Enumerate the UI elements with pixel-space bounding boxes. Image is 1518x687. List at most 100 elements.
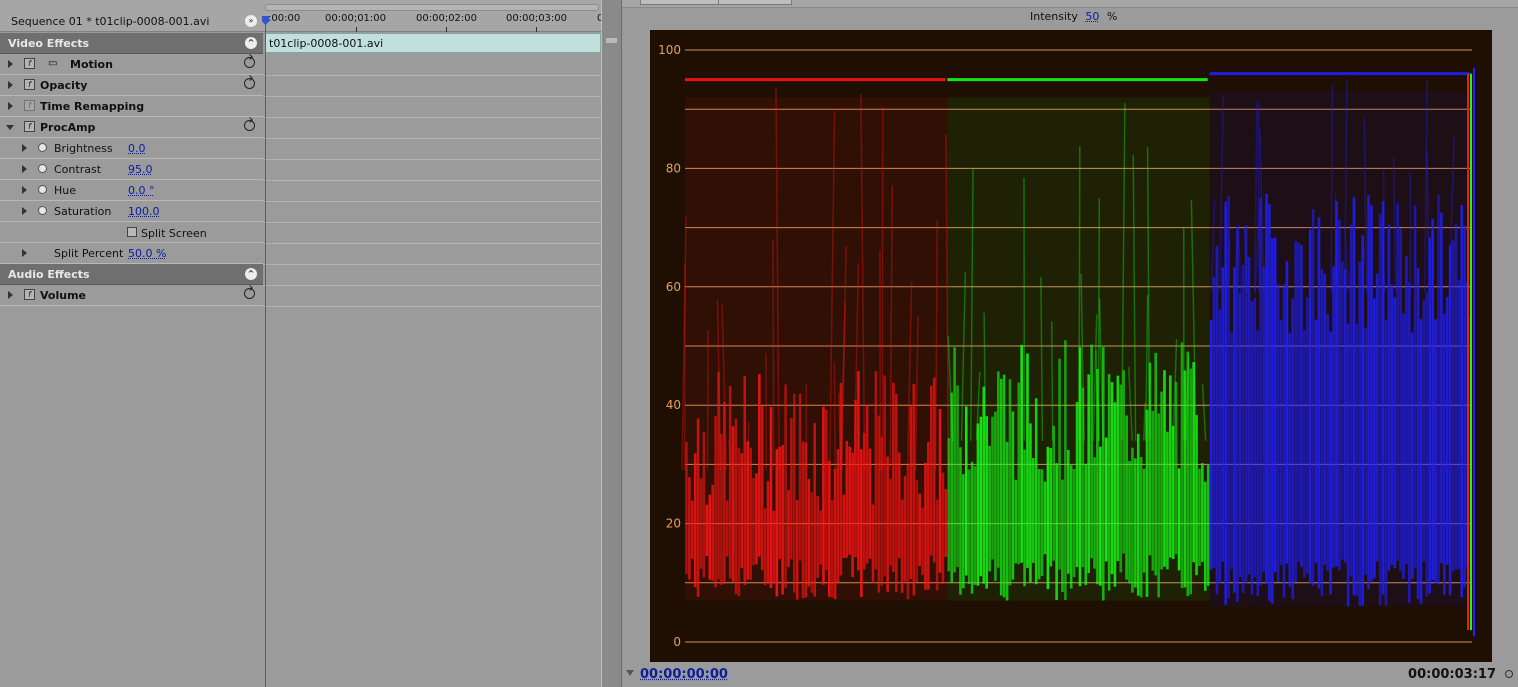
ruler-tick-label: 00:00;03:00 <box>506 13 568 24</box>
show-timeline-icon[interactable]: » <box>245 15 257 27</box>
panel-grip-icon[interactable] <box>606 38 617 43</box>
stopwatch-icon[interactable] <box>38 164 47 173</box>
fx-toggle-icon[interactable]: f <box>24 289 35 300</box>
track-divider <box>263 117 601 118</box>
y-tick-label: 80 <box>666 161 681 175</box>
collapse-audio-effects-icon[interactable]: ^ <box>245 268 257 280</box>
ruler-tick-label: 00:00;01:00 <box>325 13 387 24</box>
effect-row-motion[interactable]: f ▭ Motion <box>0 54 263 75</box>
param-row-split-percent: Split Percent 50.0 % <box>0 243 263 264</box>
track-divider <box>263 243 601 244</box>
current-timecode[interactable]: 00:00:00:00 <box>640 667 728 682</box>
intensity-value[interactable]: 50 <box>1085 10 1099 23</box>
ruler-tick <box>536 27 537 32</box>
channel-strand <box>772 239 775 471</box>
saturation-value[interactable]: 100.0 <box>128 205 160 218</box>
param-row-hue: Hue 0.0 ° <box>0 180 263 201</box>
fx-toggle-icon[interactable]: f <box>24 121 35 132</box>
channel-strand <box>881 106 884 471</box>
fx-toggle-icon: f <box>24 100 35 111</box>
channel-strand <box>706 330 709 471</box>
intensity-unit: % <box>1106 10 1118 23</box>
clip-bar[interactable]: t01clip-0008-001.avi <box>265 33 601 53</box>
settings-icon[interactable] <box>1505 670 1513 678</box>
monitor-tab[interactable] <box>718 0 792 5</box>
track-divider <box>263 264 601 265</box>
brightness-value[interactable]: 0.0 <box>128 142 146 155</box>
track-divider <box>263 96 601 97</box>
collapse-triangle-icon[interactable] <box>6 125 14 130</box>
track-divider <box>263 306 601 307</box>
expand-triangle-icon[interactable] <box>22 186 27 194</box>
expand-triangle-icon[interactable] <box>22 249 27 257</box>
effect-timeline[interactable]: :00:00 00:00;01:00 00:00;02:00 00:00;03:… <box>262 0 603 687</box>
y-tick-label: 40 <box>666 398 681 412</box>
motion-transform-icon[interactable]: ▭ <box>48 58 57 69</box>
rgb-parade-chart: 0 20 40 60 80 100 <box>658 43 1475 649</box>
intensity-label: Intensity <box>1030 10 1078 23</box>
monitor-tab[interactable] <box>640 0 720 5</box>
hue-value[interactable]: 0.0 ° <box>128 184 155 197</box>
fx-toggle-icon[interactable]: f <box>24 58 35 69</box>
expand-triangle-icon[interactable] <box>22 144 27 152</box>
channel-strand <box>1050 321 1054 441</box>
reference-monitor: Intensity 50 % 0 20 40 60 80 100 00:00:00:00 … <box>622 0 1518 687</box>
y-tick-label: 20 <box>666 517 681 531</box>
stopwatch-icon[interactable] <box>38 143 47 152</box>
expand-triangle-icon[interactable] <box>22 165 27 173</box>
split-screen-checkbox[interactable] <box>127 227 137 237</box>
effect-properties: Sequence 01 * t01clip-0008-001.avi » Vid… <box>0 0 263 687</box>
y-tick-label: 0 <box>673 635 681 649</box>
param-row-saturation: Saturation 100.0 <box>0 201 263 222</box>
marker-icon[interactable] <box>626 670 634 676</box>
video-effects-header[interactable]: Video Effects ^ <box>0 33 263 54</box>
track-divider <box>263 180 601 181</box>
stopwatch-icon[interactable] <box>38 206 47 215</box>
intensity-control: Intensity 50 % <box>1030 10 1117 23</box>
track-divider <box>263 222 601 223</box>
stopwatch-icon[interactable] <box>38 185 47 194</box>
effect-row-time-remapping[interactable]: f Time Remapping <box>0 96 263 117</box>
reset-icon[interactable] <box>244 288 255 299</box>
timeline-zoom-scrollbar[interactable] <box>265 4 599 11</box>
sequence-header: Sequence 01 * t01clip-0008-001.avi » <box>0 0 263 32</box>
contrast-value[interactable]: 95.0 <box>128 163 153 176</box>
effect-row-volume[interactable]: f Volume <box>0 285 263 306</box>
collapse-video-effects-icon[interactable]: ^ <box>245 37 257 49</box>
expand-triangle-icon[interactable] <box>8 102 13 110</box>
effect-row-opacity[interactable]: f Opacity <box>0 75 263 96</box>
time-ruler[interactable]: :00:00 00:00;01:00 00:00;02:00 00:00;03:… <box>263 0 603 32</box>
y-tick-label: 100 <box>658 43 681 57</box>
panel-divider[interactable] <box>601 0 622 687</box>
y-tick-label: 60 <box>666 280 681 294</box>
ruler-tick <box>356 27 357 32</box>
track-divider <box>263 138 601 139</box>
channel-strand <box>1078 146 1081 441</box>
track-divider <box>263 285 601 286</box>
reset-icon[interactable] <box>244 120 255 131</box>
ruler-tick-label: 00:00;02:00 <box>416 13 478 24</box>
reset-icon[interactable] <box>244 78 255 89</box>
track-divider <box>263 159 601 160</box>
channel-strand <box>833 362 836 471</box>
reset-icon[interactable] <box>244 57 255 68</box>
duration-timecode: 00:00:03:17 <box>1408 667 1496 682</box>
param-row-brightness: Brightness 0.0 <box>0 138 263 159</box>
expand-triangle-icon[interactable] <box>8 60 13 68</box>
monitor-toolbar <box>622 0 1518 8</box>
playhead[interactable] <box>265 18 266 687</box>
expand-triangle-icon[interactable] <box>22 207 27 215</box>
param-row-contrast: Contrast 95.0 <box>0 159 263 180</box>
rgb-parade-scope: 0 20 40 60 80 100 <box>650 30 1492 662</box>
param-row-split-screen: Split Screen <box>0 222 263 243</box>
split-percent-value[interactable]: 50.0 % <box>128 247 166 260</box>
fx-toggle-icon[interactable]: f <box>24 79 35 90</box>
ruler-tick <box>446 27 447 32</box>
effect-controls-panel: Sequence 01 * t01clip-0008-001.avi » Vid… <box>0 0 603 687</box>
audio-effects-header[interactable]: Audio Effects ^ <box>0 264 263 285</box>
effect-row-procamp[interactable]: f ProcAmp <box>0 117 263 138</box>
expand-triangle-icon[interactable] <box>8 291 13 299</box>
clip-name: t01clip-0008-001.avi <box>269 37 384 50</box>
track-divider <box>263 201 601 202</box>
expand-triangle-icon[interactable] <box>8 81 13 89</box>
